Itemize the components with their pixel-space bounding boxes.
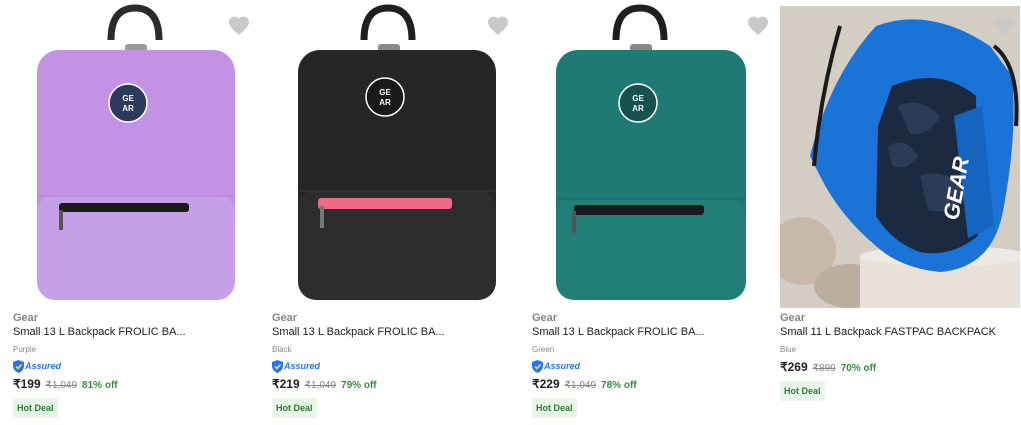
assured-label: Assured [284,361,321,371]
price-row: ₹229 ₹1,049 78% off [532,377,637,391]
product-image[interactable]: GEAR [780,6,1020,308]
selling-price: ₹229 [532,377,560,391]
svg-text:AR: AR [632,104,644,113]
wishlist-heart-icon[interactable] [486,14,510,38]
product-brand: Gear [272,312,298,324]
assured-label: Assured [544,361,581,371]
discount-text: 79% off [341,380,377,391]
wishlist-heart-icon[interactable] [227,14,251,38]
gear-logo-icon [365,77,405,117]
price-row: ₹219 ₹1,049 79% off [272,377,377,391]
assured-label: Assured [25,361,62,371]
product-title[interactable]: Small 13 L Backpack FROLIC BA... [13,326,186,338]
assured-shield-icon [13,359,24,373]
hot-deal-badge: Hot Deal [532,398,577,418]
wishlist-heart-icon[interactable] [746,14,770,38]
svg-text:GE: GE [632,94,644,103]
price-row: ₹199 ₹1,049 81% off [13,377,118,391]
hot-deal-badge: Hot Deal [13,398,58,418]
original-price: ₹1,049 [45,380,78,391]
hot-deal-badge: Hot Deal [780,381,825,401]
original-price: ₹1,049 [304,380,337,391]
svg-text:AR: AR [379,98,391,107]
product-title[interactable]: Small 13 L Backpack FROLIC BA... [272,326,445,338]
selling-price: ₹199 [13,377,41,391]
product-card[interactable]: GE AR Gear Small 13 L Backpack FROLIC BA… [272,0,522,425]
wishlist-heart-icon[interactable] [992,14,1016,38]
product-card[interactable]: GE AR Gear Small 13 L Backpack FROLIC BA… [13,0,263,425]
selling-price: ₹219 [272,377,300,391]
product-grid: GE AR Gear Small 13 L Backpack FROLIC BA… [0,0,1021,425]
assured-shield-icon [532,359,543,373]
svg-text:AR: AR [122,104,134,113]
svg-text:GE: GE [379,88,391,97]
product-title[interactable]: Small 13 L Backpack FROLIC BA... [532,326,705,338]
assured-badge: Assured [13,359,61,373]
original-price: ₹899 [812,363,836,374]
discount-text: 78% off [601,380,637,391]
product-color: Green [532,345,555,354]
product-brand: Gear [13,312,39,324]
assured-badge: Assured [532,359,580,373]
price-row: ₹269 ₹899 70% off [780,360,876,374]
svg-text:GE: GE [122,94,134,103]
hot-deal-badge: Hot Deal [272,398,317,418]
product-brand: Gear [780,312,806,324]
product-image[interactable]: GE AR [532,0,782,305]
gear-logo-icon [618,83,658,123]
discount-text: 70% off [840,363,877,374]
product-color: Purple [13,345,37,354]
product-color: Blue [780,345,797,354]
selling-price: ₹269 [780,360,808,374]
assured-badge: Assured [272,359,320,373]
gear-logo-icon [108,83,148,123]
product-color: Black [272,345,292,354]
product-image[interactable]: GE AR [13,0,263,305]
product-title[interactable]: Small 11 L Backpack FASTPAC BACKPACK [780,326,996,338]
discount-text: 81% off [82,380,118,391]
product-card[interactable]: GE AR Gear Small 13 L Backpack FROLIC BA… [532,0,782,425]
product-image[interactable]: GE AR [272,0,522,305]
assured-shield-icon [272,359,283,373]
original-price: ₹1,049 [564,380,597,391]
product-card[interactable]: GEAR Gear Small 11 L Backpack FASTPAC BA… [780,0,1021,425]
product-brand: Gear [532,312,558,324]
